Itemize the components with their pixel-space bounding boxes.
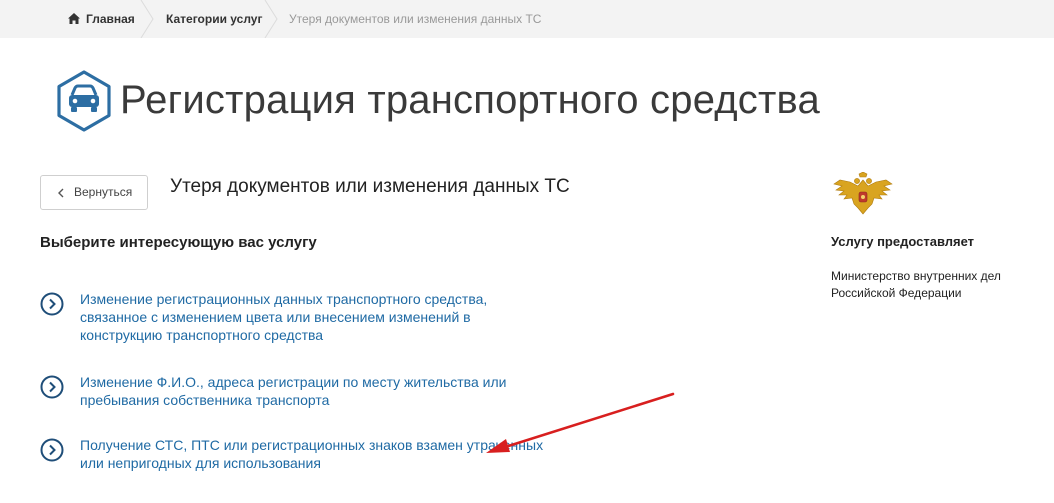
back-button-label: Вернуться xyxy=(74,185,133,199)
chevron-left-icon xyxy=(58,188,64,198)
breadcrumb-separator xyxy=(140,0,154,38)
breadcrumb: Главная Категории услуг Утеря документов… xyxy=(0,0,1054,38)
service-link[interactable]: Изменение регистрационных данных транспо… xyxy=(80,290,550,344)
page-title: Регистрация транспортного средства xyxy=(120,78,820,122)
back-button[interactable]: Вернуться xyxy=(40,175,148,210)
choose-service-heading: Выберите интересующую вас услугу xyxy=(40,234,317,251)
breadcrumb-home[interactable]: Главная xyxy=(68,0,135,38)
breadcrumb-categories[interactable]: Категории услуг xyxy=(166,0,262,38)
breadcrumb-separator xyxy=(264,0,278,38)
home-icon xyxy=(68,13,80,24)
chevron-right-circle-icon xyxy=(40,292,64,316)
breadcrumb-home-label: Главная xyxy=(86,12,135,26)
breadcrumb-current: Утеря документов или изменения данных ТС xyxy=(289,0,541,38)
chevron-right-circle-icon xyxy=(40,438,64,462)
double-headed-eagle-icon xyxy=(833,172,893,215)
car-icon xyxy=(57,70,111,132)
breadcrumb-current-label: Утеря документов или изменения данных ТС xyxy=(289,12,542,26)
provider-name: Министерство внутренних дел Российской Ф… xyxy=(831,269,1001,300)
breadcrumb-categories-label: Категории услуг xyxy=(166,12,263,26)
provider-heading: Услугу предоставляет xyxy=(831,234,975,249)
annotation-arrow-icon xyxy=(486,392,675,453)
chevron-right-circle-icon xyxy=(40,375,64,399)
section-title: Утеря документов или изменения данных ТС xyxy=(170,176,570,197)
